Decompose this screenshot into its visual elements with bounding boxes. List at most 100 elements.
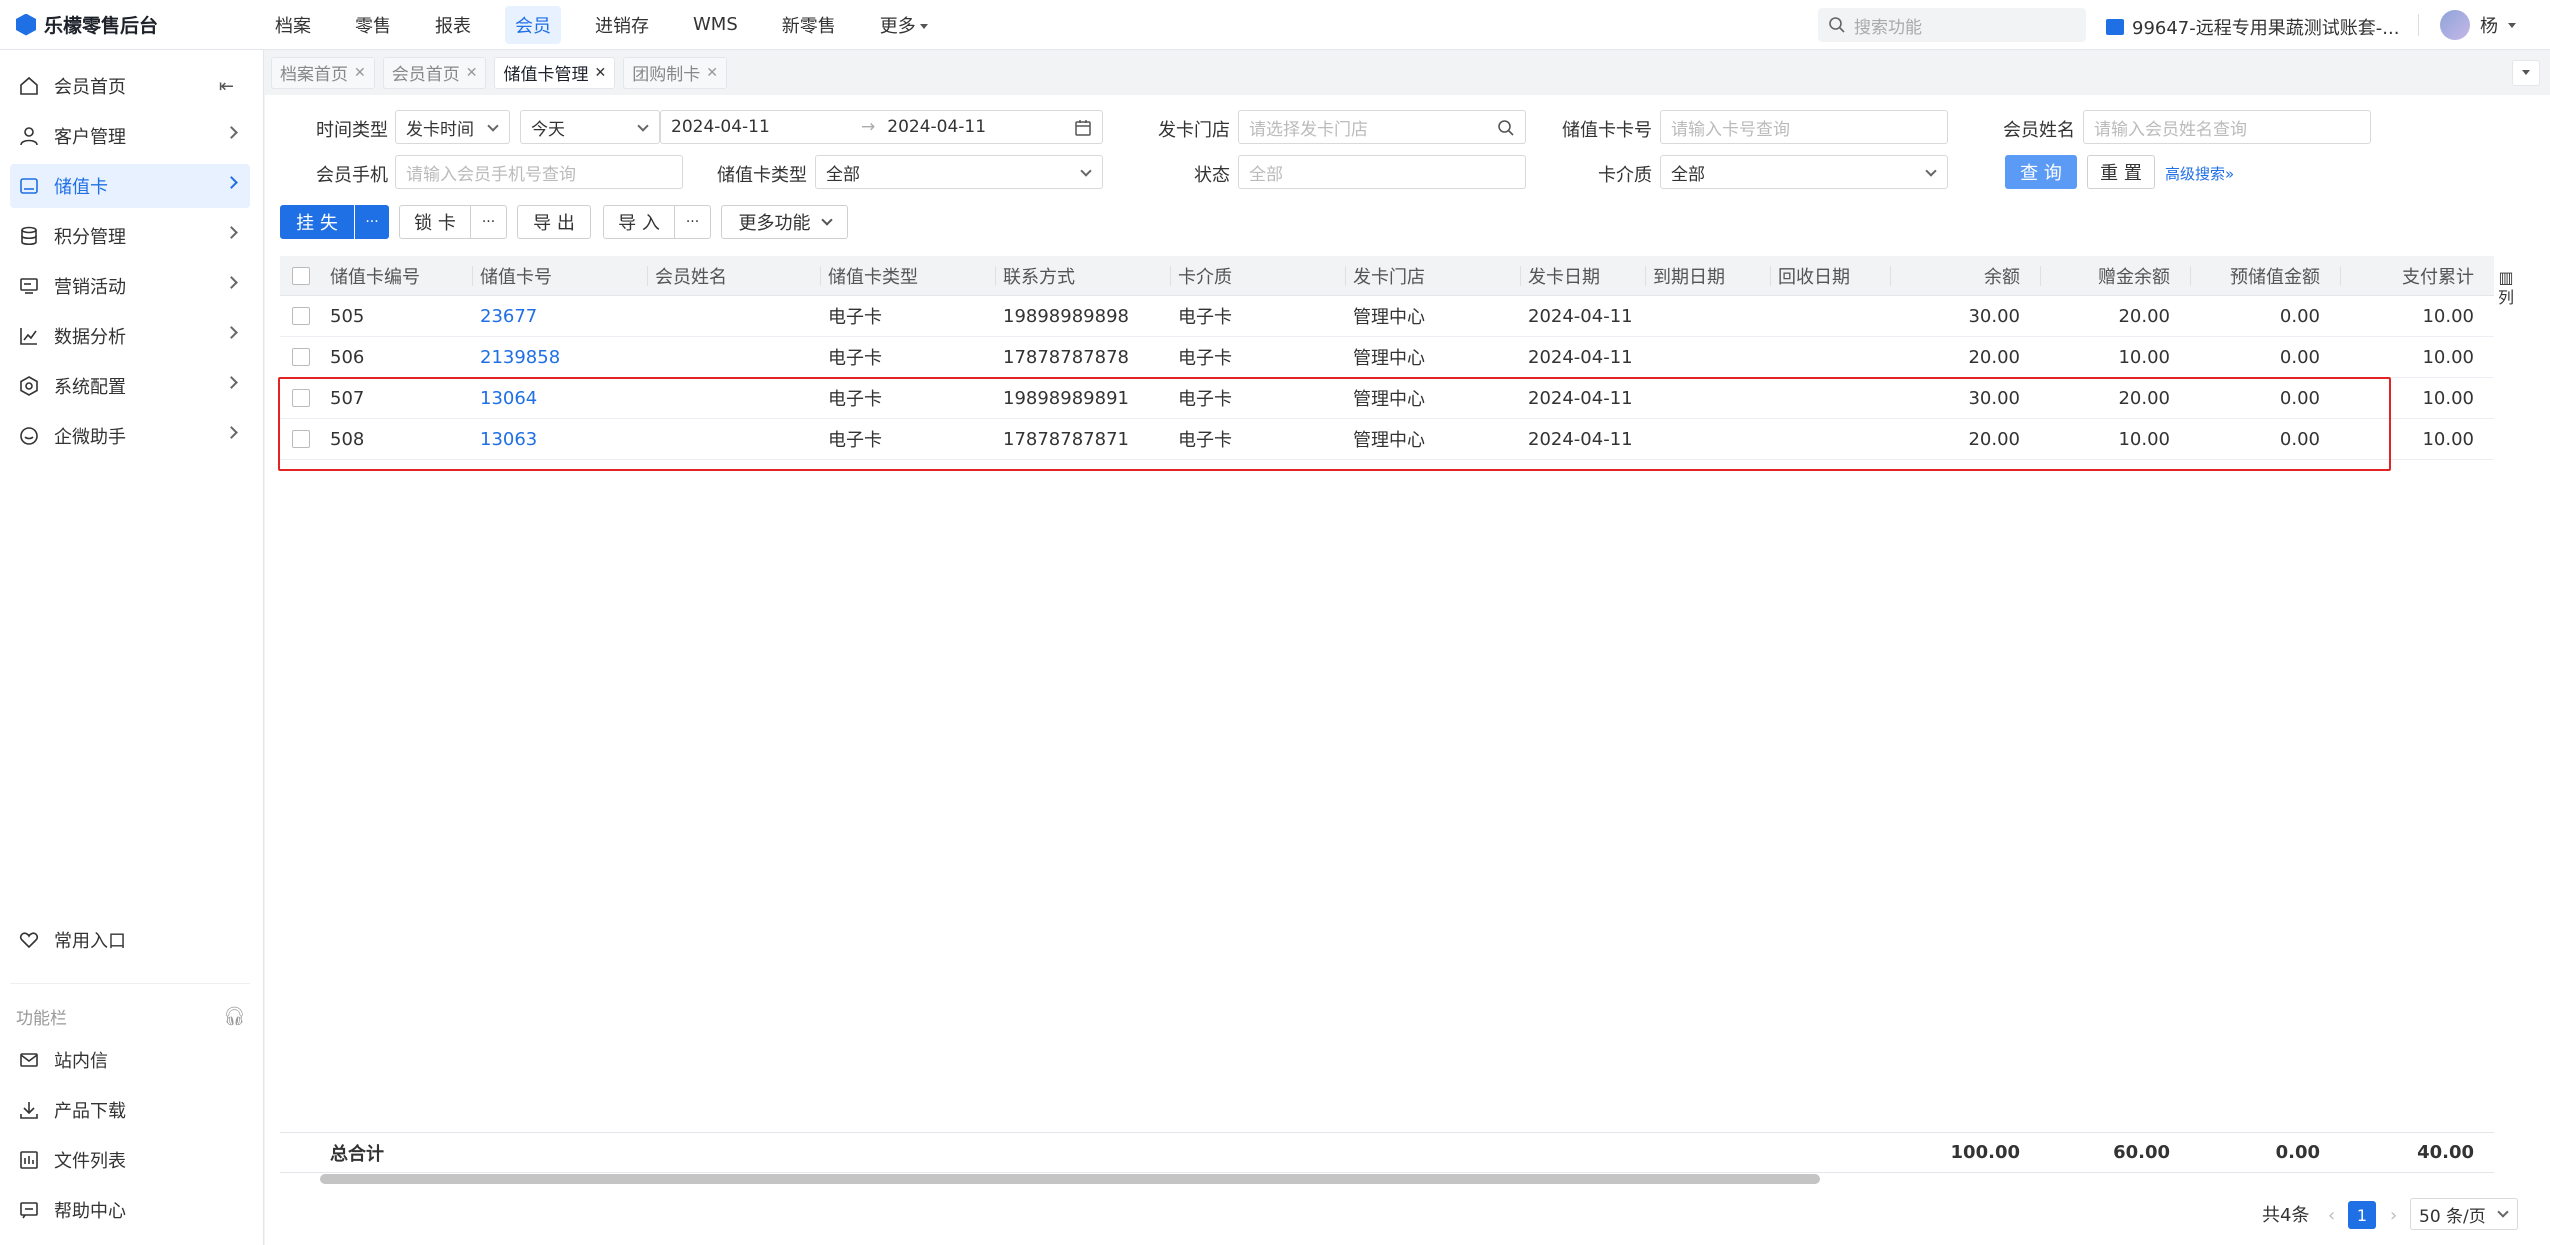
chevron-down-icon [1925,165,1937,177]
next-page-icon[interactable]: › [2390,1205,2397,1226]
time-range-select[interactable]: 今天 [520,110,660,144]
card-type-select[interactable]: 全部 [815,155,1103,189]
row-checkbox[interactable] [292,378,316,418]
column-header-paid-total[interactable]: 支付累计 [2330,256,2474,295]
member-name-input[interactable]: 请输入会员姓名查询 [2083,110,2371,144]
user-menu[interactable]: 杨 [2440,10,2516,40]
topnav-inventory[interactable]: 进销存 [585,6,659,44]
column-header-contact[interactable]: 联系方式 [1003,256,1163,295]
cell-card-number[interactable]: 2139858 [480,337,640,377]
sidebar-item-system-config[interactable]: 系统配置 [10,364,250,408]
monitor-icon [18,275,40,297]
phone-input[interactable]: 请输入会员手机号查询 [395,155,683,189]
sidebar-item-help[interactable]: 帮助中心 [10,1188,250,1232]
column-header-issue-date[interactable]: 发卡日期 [1528,256,1648,295]
account-name: 99647-远程专用果蔬测试账套-... [2132,18,2400,39]
topnav-wms[interactable]: WMS [683,8,748,41]
tab-group-card-making[interactable]: 团购制卡 ✕ [623,56,727,89]
prev-page-icon[interactable]: ‹ [2328,1205,2335,1226]
sidebar-item-downloads[interactable]: 产品下载 [10,1088,250,1132]
cell-card-number[interactable]: 13063 [480,419,640,459]
medium-label: 卡介质 [1598,165,1652,186]
column-header-balance[interactable]: 余额 [1880,256,2020,295]
topnav-retail[interactable]: 零售 [345,6,401,44]
row-checkbox[interactable] [292,296,316,336]
sidebar-item-analytics[interactable]: 数据分析 [10,314,250,358]
cell-contact: 17878787878 [1003,346,1129,368]
cell-paid-total: 10.00 [2422,305,2474,327]
column-header-gift-balance[interactable]: 赠金余额 [2030,256,2170,295]
column-settings-button[interactable]: ▥ 列 [2496,268,2516,308]
account-switcher[interactable]: 99647-远程专用果蔬测试账套-... [2106,14,2399,40]
tab-member-home[interactable]: 会员首页 ✕ [382,56,487,89]
tab-archive-home[interactable]: 档案首页 ✕ [271,56,375,89]
cell-card-number[interactable]: 23677 [480,296,640,336]
cell-member-name [655,337,815,377]
select-all-checkbox[interactable] [292,256,316,295]
table-row[interactable]: 507 13064 电子卡 19898989891 电子卡 管理中心 2024-04-11 3… [280,378,2494,419]
cell-card-number[interactable]: 13064 [480,378,640,418]
close-icon[interactable]: ✕ [354,65,366,81]
date-range-picker[interactable]: 2024-04-11 → 2024-04-11 [660,110,1103,144]
close-icon[interactable]: ✕ [466,65,478,81]
lock-card-button[interactable]: 锁 卡 [399,205,471,239]
sidebar-item-customers[interactable]: 客户管理 [10,114,250,158]
horizontal-scrollbar[interactable] [320,1174,1820,1184]
topnav-member[interactable]: 会员 [505,5,561,44]
lock-card-more-button[interactable]: ··· [470,205,507,239]
import-button[interactable]: 导 入 [603,205,675,239]
sidebar-item-wecom-assistant[interactable]: 企微助手 [10,414,250,458]
table-row[interactable]: 505 23677 电子卡 19898989898 电子卡 管理中心 2024-04-11 3… [280,296,2494,337]
import-more-button[interactable]: ··· [674,205,711,239]
medium-select[interactable]: 全部 [1660,155,1948,189]
close-icon[interactable]: ✕ [706,65,718,81]
export-button[interactable]: 导 出 [517,205,591,239]
sidebar-item-marketing[interactable]: 营销活动 [10,264,250,308]
column-header-expire-date[interactable]: 到期日期 [1653,256,1773,295]
column-header-medium[interactable]: 卡介质 [1178,256,1338,295]
topnav-archive[interactable]: 档案 [265,6,321,44]
column-header-recycle-date[interactable]: 回收日期 [1778,256,1888,295]
close-icon[interactable]: ✕ [594,65,606,81]
function-search-input[interactable]: 搜索功能 [1818,8,2086,42]
sidebar-item-favorites[interactable]: 常用入口 [10,918,250,962]
row-checkbox[interactable] [292,419,316,459]
report-loss-button[interactable]: 挂 失 [280,205,354,239]
advanced-search-link[interactable]: 高级搜索» [2165,163,2234,184]
headset-icon[interactable]: 🎧︎ [223,1006,246,1027]
topnav-report[interactable]: 报表 [425,6,481,44]
tabs-menu-button[interactable] [2512,60,2540,86]
column-header-issue-store[interactable]: 发卡门店 [1353,256,1513,295]
topnav-new-retail[interactable]: 新零售 [772,6,846,44]
collapse-sidebar-icon[interactable]: ⇤ [219,76,234,97]
query-button[interactable]: 查 询 [2005,155,2077,189]
status-select[interactable]: 全部 [1238,155,1526,189]
reset-button[interactable]: 重 置 [2087,155,2155,189]
row-checkbox[interactable] [292,337,316,377]
time-type-select[interactable]: 发卡时间 [395,110,510,144]
sidebar-item-file-list[interactable]: 文件列表 [10,1138,250,1182]
sidebar-item-stored-value-card[interactable]: 储值卡 [10,164,250,208]
sidebar-item-points[interactable]: 积分管理 [10,214,250,258]
sidebar-item-messages[interactable]: 站内信 [10,1038,250,1082]
page-size-select[interactable]: 50 条/页 [2410,1198,2518,1230]
column-header-card-id[interactable]: 储值卡编号 [330,256,470,295]
column-header-card-number[interactable]: 储值卡号 [480,256,640,295]
column-header-prestore-amount[interactable]: 预储值金额 [2180,256,2320,295]
page-1-button[interactable]: 1 [2348,1201,2376,1229]
more-functions-button[interactable]: 更多功能 [721,205,848,239]
app-logo[interactable]: 乐檬零售后台 [0,11,265,38]
column-header-member-name[interactable]: 会员姓名 [655,256,815,295]
cell-member-name [655,296,815,336]
cell-card-type: 电子卡 [828,430,882,451]
table-row[interactable]: 506 2139858 电子卡 17878787878 电子卡 管理中心 2024-04-1… [280,337,2494,378]
column-header-card-type[interactable]: 储值卡类型 [828,256,988,295]
report-loss-more-button[interactable]: ··· [355,205,389,239]
topnav-more[interactable]: 更多 [870,6,938,44]
store-select[interactable]: 请选择发卡门店 [1238,110,1526,144]
card-no-input[interactable]: 请输入卡号查询 [1660,110,1948,144]
table-row[interactable]: 508 13063 电子卡 17878787871 电子卡 管理中心 2024-04-11 2… [280,419,2494,460]
chevron-down-icon [1080,165,1092,177]
tab-stored-value-card-management[interactable]: 储值卡管理 ✕ [494,56,616,89]
sidebar-item-member-home[interactable]: 会员首页 ⇤ [10,64,250,108]
